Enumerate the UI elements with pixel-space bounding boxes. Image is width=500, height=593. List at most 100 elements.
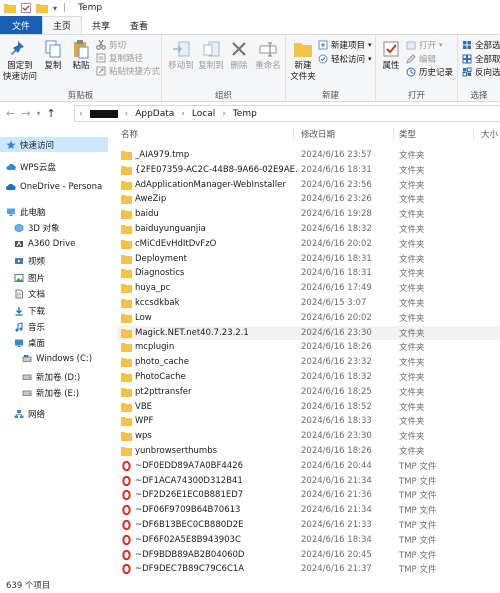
table-row[interactable]: PhotoCache 2024/6/16 18:32 文件夹	[117, 370, 500, 384]
table-row[interactable]: VBE 2024/6/16 18:52 文件夹	[117, 400, 500, 414]
column-divider[interactable]	[293, 128, 294, 140]
tab-file[interactable]: 文件	[0, 16, 42, 34]
nav-item-onedrive[interactable]: OneDrive - Persona	[0, 182, 102, 192]
nav-item-videos[interactable]: 视频	[0, 255, 45, 267]
nav-item-drive-e[interactable]: 新加卷 (E:)	[0, 387, 79, 399]
table-row[interactable]: ~DF2D26E1EC0B881ED7 2024/6/16 21:36 TMP 文件	[117, 488, 500, 502]
select-all-button[interactable]: 全部选	[462, 39, 500, 51]
nav-item-wps-cloud[interactable]: WPS云盘	[0, 161, 56, 173]
file-date: 2024/6/16 18:52	[301, 401, 372, 412]
folder-icon	[121, 195, 132, 205]
history-button[interactable]: 历史记录	[406, 66, 453, 78]
table-row[interactable]: kccsdkbak 2024/6/15 3:07 文件夹	[117, 296, 500, 310]
chevron-right-icon: ›	[124, 108, 129, 119]
nav-item-this-pc[interactable]: 此电脑	[0, 206, 46, 218]
copy-path-button[interactable]: 复制路径	[96, 52, 143, 64]
column-header-size[interactable]: 大小	[481, 126, 498, 142]
table-row[interactable]: baiduyunguanjia 2024/6/16 18:32 文件夹	[117, 222, 500, 236]
table-row[interactable]: WPF 2024/6/16 18:33 文件夹	[117, 414, 500, 428]
recent-locations-icon[interactable]: ▾	[36, 109, 40, 118]
table-row[interactable]: ~DF06F9709B64B70613 2024/6/16 21:34 TMP 文件	[117, 503, 500, 517]
invert-selection-icon	[462, 67, 472, 77]
table-row[interactable]: mcplugin 2024/6/16 18:26 文件夹	[117, 340, 500, 354]
file-name: WPF	[135, 416, 154, 427]
breadcrumb-item[interactable]: Local	[192, 109, 215, 119]
nav-item-pictures[interactable]: 图片	[0, 272, 45, 284]
new-item-button[interactable]: 新建项目 ▾	[318, 39, 372, 51]
forward-arrow-icon[interactable]: →	[21, 107, 30, 120]
breadcrumb-item[interactable]: Temp	[233, 109, 257, 119]
open-button[interactable]: 打开 ▾	[406, 39, 443, 51]
table-row[interactable]: yunbrowserthumbs 2024/6/16 18:26 文件夹	[117, 444, 500, 458]
table-row[interactable]: ~DF0EDD89A7A0BF4426 2024/6/16 20:44 TMP 文件	[117, 459, 500, 473]
tab-view[interactable]: 查看	[120, 16, 158, 34]
column-divider[interactable]	[473, 128, 474, 140]
table-row[interactable]: ~DF6F02A5E8B943903C 2024/6/16 18:34 TMP 文件	[117, 533, 500, 547]
table-row[interactable]: baidu 2024/6/16 19:28 文件夹	[117, 207, 500, 221]
file-type: 文件夹	[399, 151, 425, 161]
tab-share[interactable]: 共享	[82, 16, 120, 34]
invert-selection-button[interactable]: 反向选	[462, 66, 500, 78]
nav-item-3d-objects[interactable]: 3D 对象	[0, 222, 60, 234]
properties-check-icon[interactable]	[21, 3, 31, 13]
copy-to-button[interactable]: 复制到	[196, 39, 226, 72]
back-arrow-icon[interactable]: ←	[6, 107, 15, 120]
chevron-right-icon: ›	[181, 108, 185, 119]
table-row[interactable]: ~DF6B13BEC0CB880D2E 2024/6/16 21:33 TMP 文件	[117, 518, 500, 532]
file-type: 文件夹	[399, 239, 425, 250]
table-row[interactable]: huya_pc 2024/6/16 17:49 文件夹	[117, 281, 500, 295]
table-row[interactable]: Magick.NET.net40.7.23.2.1 2024/6/16 23:30…	[117, 325, 500, 340]
select-none-button[interactable]: 全部取	[462, 53, 500, 65]
table-row[interactable]: pt2pttransfer 2024/6/16 18:25 文件夹	[117, 385, 500, 399]
pin-quick-access-button[interactable]: 固定到 快速访问	[2, 39, 38, 83]
nav-item-documents[interactable]: 文档	[0, 288, 45, 300]
table-row[interactable]: _AIA979.tmp 2024/6/16 23:57 文件夹	[117, 148, 500, 162]
table-row[interactable]: ~DF9BDB89AB2B04060D 2024/6/16 20:45 TMP 文件	[117, 548, 500, 562]
customize-quick-access-icon[interactable]: ▾	[53, 4, 57, 13]
nav-item-drive-c[interactable]: Windows (C:)	[0, 354, 92, 364]
table-row[interactable]: AweZip 2024/6/16 23:26 文件夹	[117, 192, 500, 206]
paste-button[interactable]: 粘贴	[68, 39, 94, 72]
table-row[interactable]: photo_cache 2024/6/16 23:32 文件夹	[117, 355, 500, 369]
table-row[interactable]: Diagnostics 2024/6/16 18:31 文件夹	[117, 266, 500, 280]
tmp-file-icon	[122, 520, 131, 530]
breadcrumb-item[interactable]: AppData	[135, 109, 174, 119]
table-row[interactable]: ~DF1ACA74300D312B41 2024/6/16 21:34 TMP 文件	[117, 474, 500, 488]
table-row[interactable]: Low 2024/6/16 20:02 文件夹	[117, 311, 500, 325]
table-row[interactable]: {2FE07359-AC2C-44B8-9A66-02E9AE... 2024/6…	[117, 163, 500, 177]
tab-home[interactable]: 主页	[42, 16, 83, 34]
table-row[interactable]: Deployment 2024/6/16 18:31 文件夹	[117, 252, 500, 266]
column-header-type[interactable]: 类型	[399, 126, 416, 142]
file-type: 文件夹	[399, 254, 425, 265]
nav-item-network[interactable]: 网络	[0, 408, 45, 420]
move-to-button[interactable]: 移动到	[166, 39, 196, 72]
table-row[interactable]: AdApplicationManager-WebInstaller 2024/6/…	[117, 178, 500, 192]
paste-shortcut-button[interactable]: 粘贴快捷方式	[96, 65, 160, 77]
edit-button[interactable]: 编辑	[406, 53, 436, 65]
rename-button[interactable]: 重命名	[252, 39, 284, 72]
column-header-date[interactable]: 修改日期	[301, 126, 335, 142]
nav-item-quick-access[interactable]: 快速访问	[0, 137, 108, 152]
nav-item-drive-d[interactable]: 新加卷 (D:)	[0, 371, 80, 383]
cut-button[interactable]: 剪切	[96, 39, 126, 51]
table-row[interactable]: ~DF9DEC7B89C79C6C1A 2024/6/16 21:37 TMP 文件	[117, 562, 500, 576]
new-folder-button[interactable]: 新建 文件夹	[288, 39, 318, 83]
up-arrow-icon[interactable]: ↑	[46, 107, 55, 120]
edit-icon	[406, 54, 416, 64]
properties-button[interactable]: 属性	[378, 39, 404, 72]
delete-button[interactable]: 删除	[228, 39, 250, 72]
file-date: 2024/6/16 23:30	[301, 431, 372, 442]
column-header-name[interactable]: 名称	[121, 126, 138, 142]
easy-access-button[interactable]: 轻松访问 ▾	[318, 53, 372, 65]
new-folder-quick-icon[interactable]	[36, 3, 48, 13]
nav-item-downloads[interactable]: 下载	[0, 305, 45, 317]
table-row[interactable]: cMiCdEvHdItDvFzO 2024/6/16 20:02 文件夹	[117, 237, 500, 251]
group-new: 新建 文件夹 新建项目 ▾ 轻松访问 ▾ 新建	[286, 35, 376, 103]
copy-button[interactable]: 复制	[40, 39, 66, 72]
breadcrumb[interactable]: › › AppData › Local › Temp	[74, 105, 500, 122]
column-divider[interactable]	[393, 128, 394, 140]
nav-item-a360-drive[interactable]: A360 Drive	[0, 239, 75, 249]
nav-item-music[interactable]: 音乐	[0, 321, 45, 333]
table-row[interactable]: wps 2024/6/16 23:30 文件夹	[117, 429, 500, 443]
nav-item-desktop[interactable]: 桌面	[0, 337, 45, 349]
